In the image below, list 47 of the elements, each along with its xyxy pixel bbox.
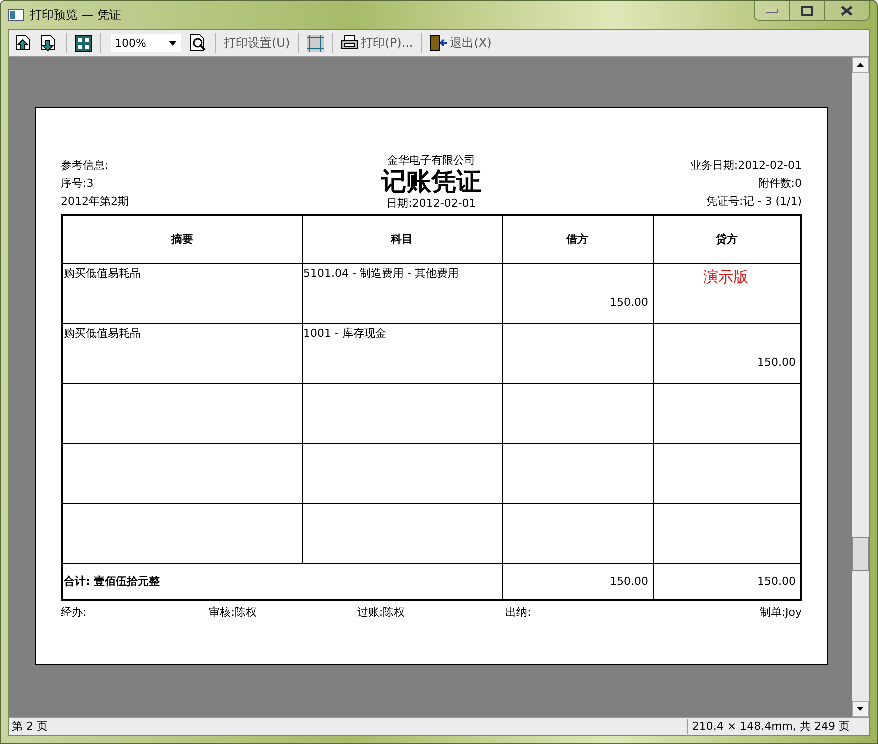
- print-button[interactable]: 打印(P)...: [339, 32, 416, 54]
- window-title: 打印预览 — 凭证: [30, 6, 122, 24]
- caret-icon[interactable]: [169, 40, 177, 46]
- company-name: 金华电子有限公司: [388, 153, 476, 168]
- info-text: 参考信息:: [61, 158, 110, 174]
- maximize-icon[interactable]: [801, 6, 813, 16]
- voucher-title: 记账凭证: [382, 168, 482, 196]
- column-header: 借方: [502, 215, 653, 264]
- door-icon: [430, 34, 448, 52]
- signature-field: 审核:陈权: [209, 605, 358, 620]
- page-indicator: 第 2 页: [12, 719, 48, 734]
- info-text: 凭证号:记 - 3 (1/1): [706, 194, 802, 210]
- column-header: 摘要: [62, 215, 302, 264]
- minimize-button[interactable]: [755, 1, 789, 20]
- info-text: 附件数:0: [758, 176, 802, 192]
- summary-cell: 购买低值易耗品: [62, 324, 302, 384]
- scroll-up-icon[interactable]: [857, 63, 864, 67]
- scroll-down-icon[interactable]: [857, 707, 864, 711]
- account-cell: 1001 - 库存现金: [302, 324, 502, 384]
- close-icon[interactable]: [841, 6, 853, 16]
- print-setup-button[interactable]: 打印设置(U): [222, 32, 292, 54]
- vertical-scrollbar[interactable]: [852, 57, 869, 717]
- page-size-info: 210.4 × 148.4mm, 共 249 页: [687, 719, 866, 734]
- printer-icon: [341, 35, 360, 51]
- voucher-date: 日期:2012-02-01: [386, 196, 476, 211]
- crop-icon[interactable]: [305, 32, 326, 54]
- maximize-button[interactable]: [789, 1, 824, 20]
- info-text: 2012年第2期: [61, 194, 130, 210]
- signature-field: 过账:陈权: [357, 605, 506, 620]
- exit-button[interactable]: 退出(X): [428, 32, 494, 54]
- scrollbar-thumb[interactable]: [852, 537, 869, 571]
- grid-icon[interactable]: [73, 32, 94, 54]
- total-label: 合计: 壹佰伍拾元整: [62, 564, 502, 600]
- account-cell: 5101.04 - 制造费用 - 其他费用: [302, 264, 502, 324]
- info-text: 序号:3: [61, 176, 95, 192]
- info-text: 业务日期:2012-02-01: [690, 158, 802, 174]
- signature-field: 出纳:: [506, 605, 654, 620]
- summary-cell: 购买低值易耗品: [62, 264, 302, 324]
- signature-field: 经办:: [61, 605, 210, 620]
- zoom-dropdown[interactable]: 100%: [111, 34, 181, 52]
- column-header: 科目: [302, 215, 502, 264]
- window-icon: [8, 9, 24, 21]
- debit-cell: 150.00: [502, 264, 653, 324]
- minimize-icon[interactable]: [766, 8, 778, 12]
- demo-watermark-text: 演示版: [703, 268, 748, 287]
- signature-field: 制单:Joy: [760, 605, 802, 620]
- close-button[interactable]: [824, 1, 869, 20]
